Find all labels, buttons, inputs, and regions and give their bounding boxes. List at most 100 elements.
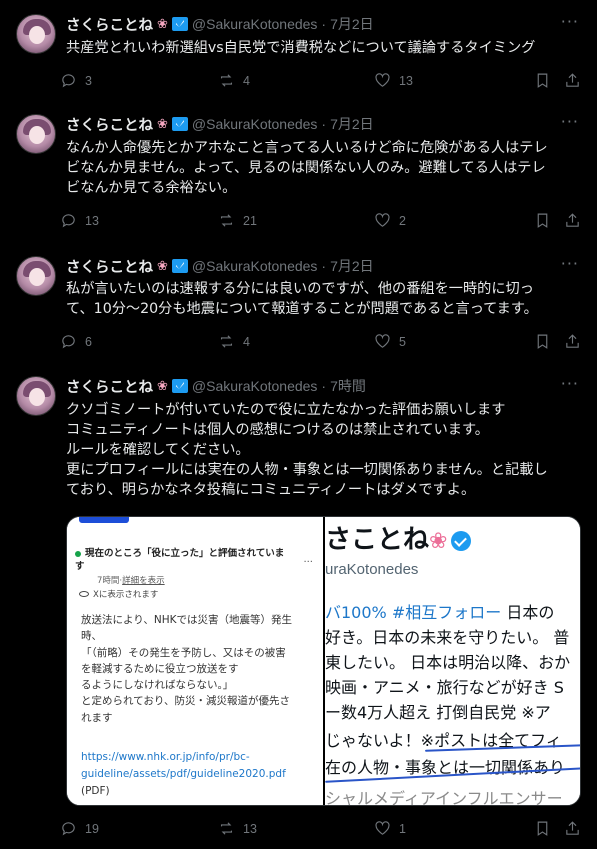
timestamp[interactable]: 7月2日 [330, 114, 374, 134]
display-name[interactable]: さくらことね [66, 376, 153, 397]
tweet-3[interactable]: さくらことね ❀ @SakuraKotonedes · 7月2日 ··· 私が言… [0, 242, 597, 362]
bookmark-button[interactable] [534, 212, 551, 229]
note-header-bar [79, 517, 129, 523]
reply-button[interactable]: 3 [60, 72, 92, 89]
tweet-media-image[interactable]: 現在のところ「役に立った」と評価されていま す ··· 7時間·詳細を表示 Xに… [66, 516, 581, 806]
tweet-text: なんか人命優先とかアホなこと言ってる人いるけど命に危険がある人はテレ ビなんか見… [66, 140, 548, 196]
repost-icon [220, 822, 233, 835]
share-icon [566, 213, 579, 227]
profile-bio-line-3: 東したい。 日本は明治以降、おか [325, 653, 571, 672]
repost-icon [220, 335, 233, 348]
sakura-icon: ❀ [157, 378, 168, 394]
verified-badge-icon [171, 17, 188, 31]
timestamp[interactable]: 7時間 [330, 376, 366, 396]
avatar[interactable] [16, 114, 56, 154]
profile-bio-line-8: シャルメディアインフルエンサー [325, 789, 563, 805]
tweet-2[interactable]: さくらことね ❀ @SakuraKotonedes · 7月2日 ··· なんか… [0, 100, 597, 240]
bio-text: 日本の [501, 603, 555, 622]
like-button[interactable]: 5 [374, 333, 406, 350]
timestamp[interactable]: 7月2日 [330, 256, 374, 276]
like-count: 13 [399, 73, 413, 88]
repost-button[interactable]: 4 [218, 72, 250, 89]
repost-button[interactable]: 4 [218, 333, 250, 350]
user-handle[interactable]: @SakuraKotonedes [192, 258, 318, 274]
bio-text: バ100% [325, 603, 387, 622]
like-button[interactable]: 2 [374, 212, 406, 229]
share-button[interactable] [564, 333, 581, 350]
display-name[interactable]: さくらことね [66, 14, 153, 35]
reply-count: 3 [85, 73, 92, 88]
reply-button[interactable]: 19 [60, 820, 99, 837]
bio-hashtag: #相互フォロー [391, 603, 502, 622]
separator-dot: · [321, 258, 327, 274]
bookmark-icon [537, 73, 548, 88]
bookmark-button[interactable] [534, 72, 551, 89]
display-name[interactable]: さくらことね [66, 114, 153, 135]
repost-icon [220, 74, 233, 87]
profile-name-text: さことね [325, 525, 430, 555]
avatar[interactable] [16, 376, 56, 416]
display-name[interactable]: さくらことね [66, 256, 153, 277]
profile-bio-line-1: バ100% #相互フォロー 日本の [325, 599, 554, 623]
reply-button[interactable]: 13 [60, 212, 99, 229]
profile-screenshot: さことね❀ uraKotonedes バ100% #相互フォロー 日本の 好き。… [325, 517, 580, 805]
note-source-link: https://www.nhk.or.jp/info/pr/bc- guidel… [81, 751, 286, 780]
tweet-actions: 3 4 13 [60, 72, 585, 92]
share-button[interactable] [564, 820, 581, 837]
separator-dot: · [321, 116, 327, 132]
repost-count: 21 [243, 213, 257, 228]
tweet-text: 共産党とれいわ新選組vs自民党で消費税などについて議論するタイミング [66, 40, 536, 56]
user-handle[interactable]: @SakuraKotonedes [192, 16, 318, 32]
tweet-1[interactable]: さくらことね ❀ @SakuraKotonedes · 7月2日 ··· 共産党… [0, 0, 597, 100]
heart-icon [375, 73, 390, 87]
user-handle[interactable]: @SakuraKotonedes [192, 378, 318, 394]
repost-count: 4 [243, 334, 250, 349]
repost-icon [220, 214, 233, 227]
sakura-icon: ❀ [157, 16, 168, 32]
reply-count: 13 [85, 213, 99, 228]
repost-count: 4 [243, 73, 250, 88]
heart-icon [375, 213, 390, 227]
timestamp[interactable]: 7月2日 [330, 14, 374, 34]
more-options-icon[interactable]: ··· [561, 374, 579, 393]
eye-icon [79, 591, 89, 597]
verified-badge-icon [171, 117, 188, 131]
reply-count: 19 [85, 821, 99, 836]
avatar[interactable] [16, 256, 56, 296]
profile-bio-line-4: 映画・アニメ・旅行などが好き S [325, 678, 564, 697]
bookmark-icon [537, 334, 548, 349]
verified-badge-icon [171, 259, 188, 273]
tweet-header: さくらことね ❀ @SakuraKotonedes · 7時間 [66, 376, 366, 396]
bookmark-button[interactable] [534, 820, 551, 837]
more-options-icon[interactable]: ··· [561, 12, 579, 31]
more-options-icon[interactable]: ··· [561, 112, 579, 131]
repost-count: 13 [243, 821, 257, 836]
share-button[interactable] [564, 72, 581, 89]
share-button[interactable] [564, 212, 581, 229]
like-button[interactable]: 13 [374, 72, 413, 89]
profile-bio-line-2: 好き。日本の未来を守りたい。 普 [325, 628, 570, 647]
like-button[interactable]: 1 [374, 820, 406, 837]
tweet-actions: 19 13 1 [60, 820, 585, 840]
verified-check-icon [451, 530, 472, 551]
repost-button[interactable]: 21 [218, 212, 257, 229]
reply-icon [62, 822, 75, 836]
separator-dot: · [321, 16, 327, 32]
reply-icon [62, 74, 75, 88]
note-pdf-label: (PDF) [81, 785, 110, 797]
user-handle[interactable]: @SakuraKotonedes [192, 116, 318, 132]
share-icon [566, 821, 579, 835]
reply-button[interactable]: 6 [60, 333, 92, 350]
avatar[interactable] [16, 14, 56, 54]
reply-icon [62, 214, 75, 228]
bookmark-button[interactable] [534, 333, 551, 350]
note-detail-link: 詳細を表示 [122, 576, 165, 586]
repost-button[interactable]: 13 [218, 820, 257, 837]
note-more-icon: ··· [303, 557, 313, 568]
bookmark-icon [537, 213, 548, 228]
sakura-icon: ❀ [157, 116, 168, 132]
like-count: 1 [399, 821, 406, 836]
more-options-icon[interactable]: ··· [561, 254, 579, 273]
like-count: 5 [399, 334, 406, 349]
note-status: 現在のところ「役に立った」と評価されていま す [75, 547, 315, 573]
